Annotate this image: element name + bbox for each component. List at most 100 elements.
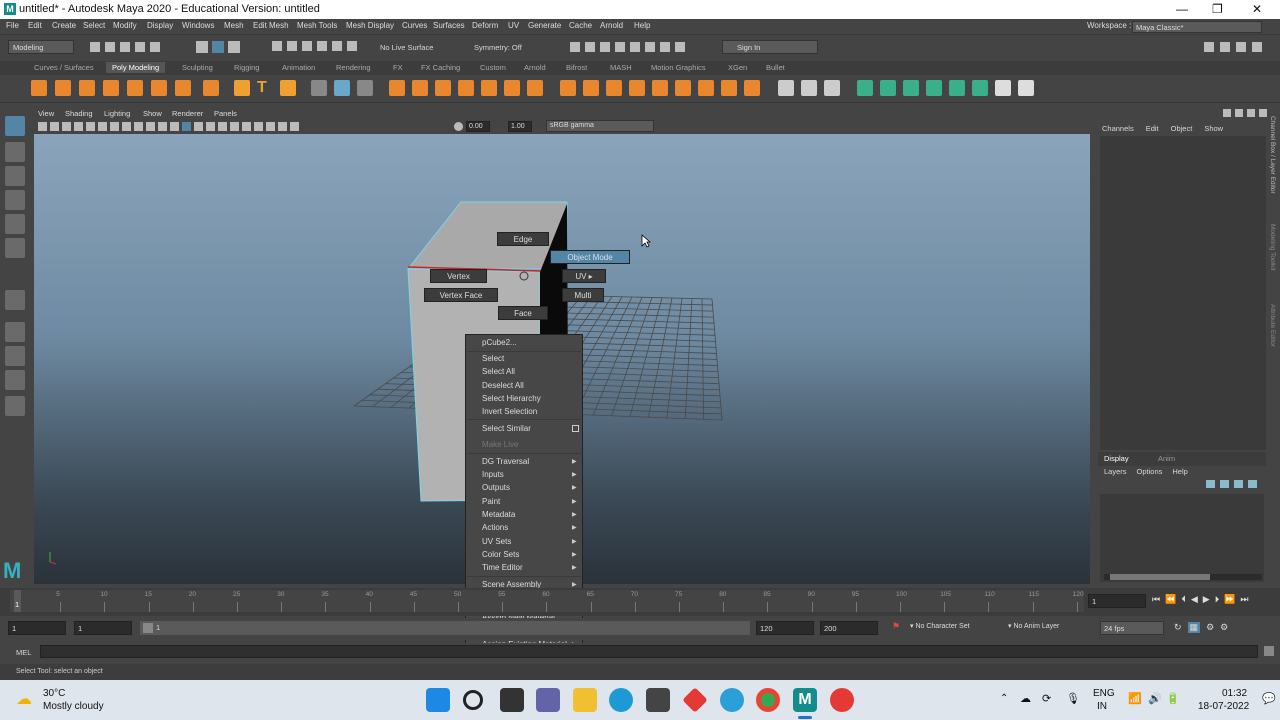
cm-select-similar[interactable]: Select Similar (482, 424, 531, 433)
sew-uv-icon[interactable] (1018, 80, 1034, 96)
undo-icon[interactable] (135, 42, 145, 52)
weather-temp[interactable]: 30°C (43, 688, 65, 699)
superellipse-icon[interactable] (234, 80, 250, 96)
playback-start-field[interactable]: 1 (74, 621, 132, 635)
shelf-tab-poly-modeling[interactable]: Poly Modeling (106, 62, 166, 73)
menu-file[interactable]: File (6, 21, 19, 30)
anim-start-field[interactable]: 1 (8, 621, 66, 635)
anim-layer-dropdown[interactable]: ▾ No Anim Layer (1008, 622, 1059, 630)
poly-sphere-icon[interactable] (31, 80, 47, 96)
step-forward-frame-icon[interactable]: ⏵ (1215, 594, 1220, 605)
loop-icon[interactable]: ↻ (1174, 622, 1182, 633)
new-scene-icon[interactable] (90, 42, 100, 52)
menu-arnold[interactable]: Arnold (600, 21, 623, 30)
close-icon[interactable]: ✕ (1252, 2, 1262, 16)
shelf-tab-fx[interactable]: FX (393, 63, 403, 72)
booleans-icon[interactable] (435, 80, 451, 96)
separate-icon[interactable] (334, 80, 350, 96)
menuset-dropdown[interactable]: Modeling (8, 40, 74, 54)
range-bar[interactable]: 1 (140, 621, 750, 635)
live-surface-label[interactable]: No Live Surface (380, 43, 433, 52)
time-slider[interactable]: 1 5 10 15 20 25 30 35 40 45 50 55 60 65 70 75 80 85 90 95 1… (0, 588, 1280, 616)
platonic-solid-icon[interactable] (203, 80, 219, 96)
shadows-icon[interactable] (218, 122, 227, 131)
lasso-tool-icon[interactable] (5, 142, 25, 162)
svg-tool-icon[interactable] (280, 80, 296, 96)
cut-uv-icon[interactable] (995, 80, 1011, 96)
mel-label[interactable]: MEL (16, 648, 31, 657)
outliner-icon[interactable] (5, 396, 25, 416)
shelf-tab-mash[interactable]: MASH (610, 63, 632, 72)
go-to-start-icon[interactable]: ⏮ (1152, 594, 1160, 605)
remesh-icon[interactable] (527, 80, 543, 96)
mm-multi[interactable]: Multi (562, 288, 604, 302)
viewport-menu-shading[interactable]: Shading (65, 109, 93, 118)
poly-cube-icon[interactable] (55, 80, 71, 96)
persp-outliner-icon[interactable] (5, 370, 25, 390)
automatic-uv-icon[interactable] (926, 80, 942, 96)
shelf-tab-fx-caching[interactable]: FX Caching (421, 63, 460, 72)
mm-edge[interactable]: Edge (497, 232, 549, 246)
ipr-render-icon[interactable] (600, 42, 610, 52)
scale-tool-icon[interactable] (5, 238, 25, 258)
smooth-icon[interactable] (357, 80, 373, 96)
cm-dg-traversal[interactable]: DG Traversal (482, 457, 529, 466)
cm-uv-sets[interactable]: UV Sets (482, 537, 511, 546)
playblast-icon[interactable] (660, 42, 670, 52)
checker-icon[interactable] (972, 80, 988, 96)
menu-cache[interactable]: Cache (569, 21, 592, 30)
cm-time-editor[interactable]: Time Editor (482, 563, 523, 572)
file-explorer-icon[interactable] (573, 688, 597, 712)
pause-icon[interactable] (675, 42, 685, 52)
maya-taskbar-icon[interactable]: M (793, 688, 817, 712)
film-gate-icon[interactable] (98, 122, 107, 131)
target-weld-icon[interactable] (824, 80, 840, 96)
range-start-handle[interactable] (143, 623, 153, 633)
poly-plane-icon[interactable] (151, 80, 167, 96)
poly-torus-icon[interactable] (127, 80, 143, 96)
combine-icon[interactable] (389, 80, 405, 96)
tab-display[interactable]: Display (1104, 454, 1129, 463)
wedge-icon[interactable] (721, 80, 737, 96)
channel-toggle-icon-4[interactable] (1259, 109, 1267, 117)
four-view-icon[interactable] (5, 346, 25, 366)
open-scene-icon[interactable] (105, 42, 115, 52)
mel-input[interactable] (40, 645, 1258, 658)
volume-icon[interactable]: 🔊 (1148, 692, 1162, 705)
current-frame-field[interactable]: 1 (1088, 594, 1146, 608)
option-box-icon[interactable] (572, 425, 579, 432)
microphone-icon[interactable]: 🎙 (1066, 692, 1080, 705)
channel-toggle-icon-3[interactable] (1247, 109, 1255, 117)
menu-curves[interactable]: Curves (402, 21, 427, 30)
render-view-icon[interactable] (570, 42, 580, 52)
cm-select-all[interactable]: Select All (482, 367, 515, 376)
menu-create[interactable]: Create (52, 21, 76, 30)
viewport-menu-renderer[interactable]: Renderer (172, 109, 203, 118)
maximize-icon[interactable]: ❐ (1212, 2, 1223, 16)
side-tab-attribute-editor[interactable]: Attribute Editor (1269, 304, 1276, 347)
task-view-icon[interactable] (500, 688, 524, 712)
gate-mask-icon[interactable] (122, 122, 131, 131)
smooth-shade-icon[interactable] (170, 122, 179, 131)
menu-windows[interactable]: Windows (182, 21, 214, 30)
new-layer-icon[interactable] (1234, 480, 1243, 488)
render-settings-icon[interactable] (615, 42, 625, 52)
cm-invert-selection[interactable]: Invert Selection (482, 407, 537, 416)
safe-action-icon[interactable] (146, 122, 155, 131)
field-chart-icon[interactable] (134, 122, 143, 131)
cm-select-hierarchy[interactable]: Select Hierarchy (482, 394, 541, 403)
script-editor-icon[interactable] (1264, 646, 1274, 656)
isolate-select-icon[interactable] (278, 122, 287, 131)
channel-box-icon[interactable] (1252, 42, 1262, 52)
step-back-key-icon[interactable]: ⏪ (1165, 594, 1176, 605)
cm-outputs[interactable]: Outputs (482, 483, 510, 492)
cm-paint[interactable]: Paint (482, 497, 500, 506)
windows-start-icon[interactable] (426, 688, 450, 712)
colorspace-dropdown[interactable]: sRGB gamma (546, 120, 654, 132)
tray-expand-icon[interactable]: ⌃ (1000, 693, 1008, 704)
snap-grid-icon[interactable] (272, 41, 282, 51)
circularize-icon[interactable] (744, 80, 760, 96)
collapse-icon[interactable] (675, 80, 691, 96)
viewport-menu-lighting[interactable]: Lighting (104, 109, 130, 118)
fps-dropdown[interactable]: 24 fps (1100, 621, 1164, 635)
